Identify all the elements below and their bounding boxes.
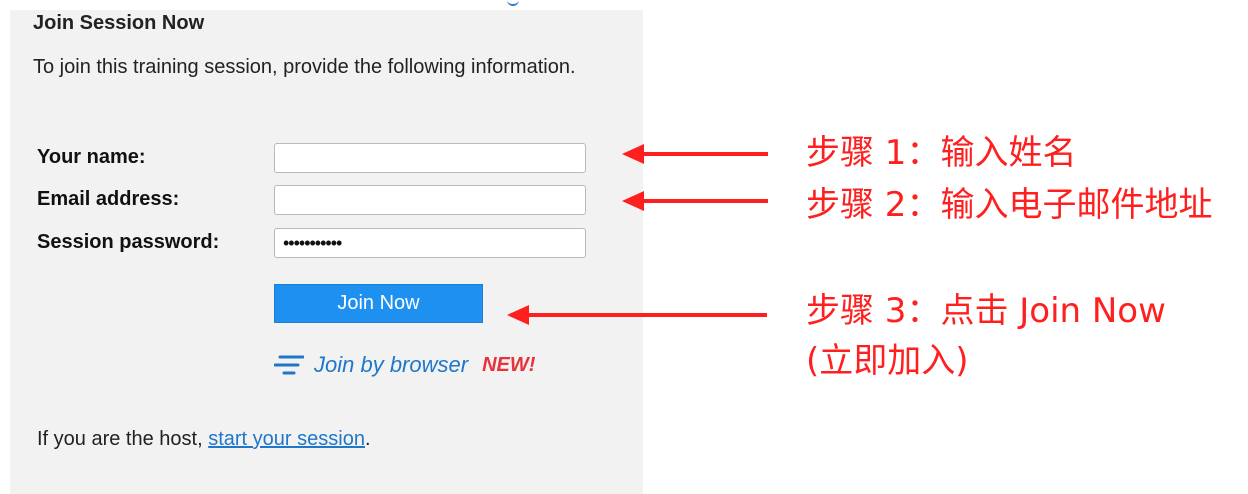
arrow-step2-icon (622, 191, 768, 211)
join-by-browser-link[interactable]: Join by browser NEW! (274, 350, 535, 380)
password-label: Session password: (37, 231, 220, 253)
screenshot-stage: Join Session Now To join this training s… (0, 0, 1248, 494)
new-badge: NEW! (482, 353, 536, 376)
email-input[interactable] (274, 185, 586, 215)
top-decoration (507, 0, 519, 6)
annotation-step2: 步骤 2：输入电子邮件地址 (806, 185, 1213, 225)
start-session-link[interactable]: start your session (208, 428, 365, 450)
join-now-button[interactable]: Join Now (274, 284, 483, 323)
name-input[interactable] (274, 143, 586, 173)
form-title: Join Session Now (33, 12, 205, 34)
email-label: Email address: (37, 188, 180, 210)
annotation-step3-line2: (立即加入) (806, 341, 969, 381)
form-intro: To join this training session, provide t… (33, 56, 576, 78)
arrow-step3-icon (507, 305, 767, 325)
password-input[interactable] (274, 228, 586, 258)
annotation-step3-line1: 步骤 3：点击 Join Now (806, 291, 1166, 331)
join-by-browser-label: Join by browser (314, 352, 469, 377)
arrow-step1-icon (622, 144, 768, 164)
host-line: If you are the host, start your session. (37, 428, 371, 451)
host-prefix: If you are the host, (37, 428, 209, 450)
name-label: Your name: (37, 146, 146, 168)
join-by-browser-icon (274, 355, 304, 375)
annotation-step1: 步骤 1：输入姓名 (806, 133, 1077, 173)
host-suffix: . (364, 428, 371, 450)
